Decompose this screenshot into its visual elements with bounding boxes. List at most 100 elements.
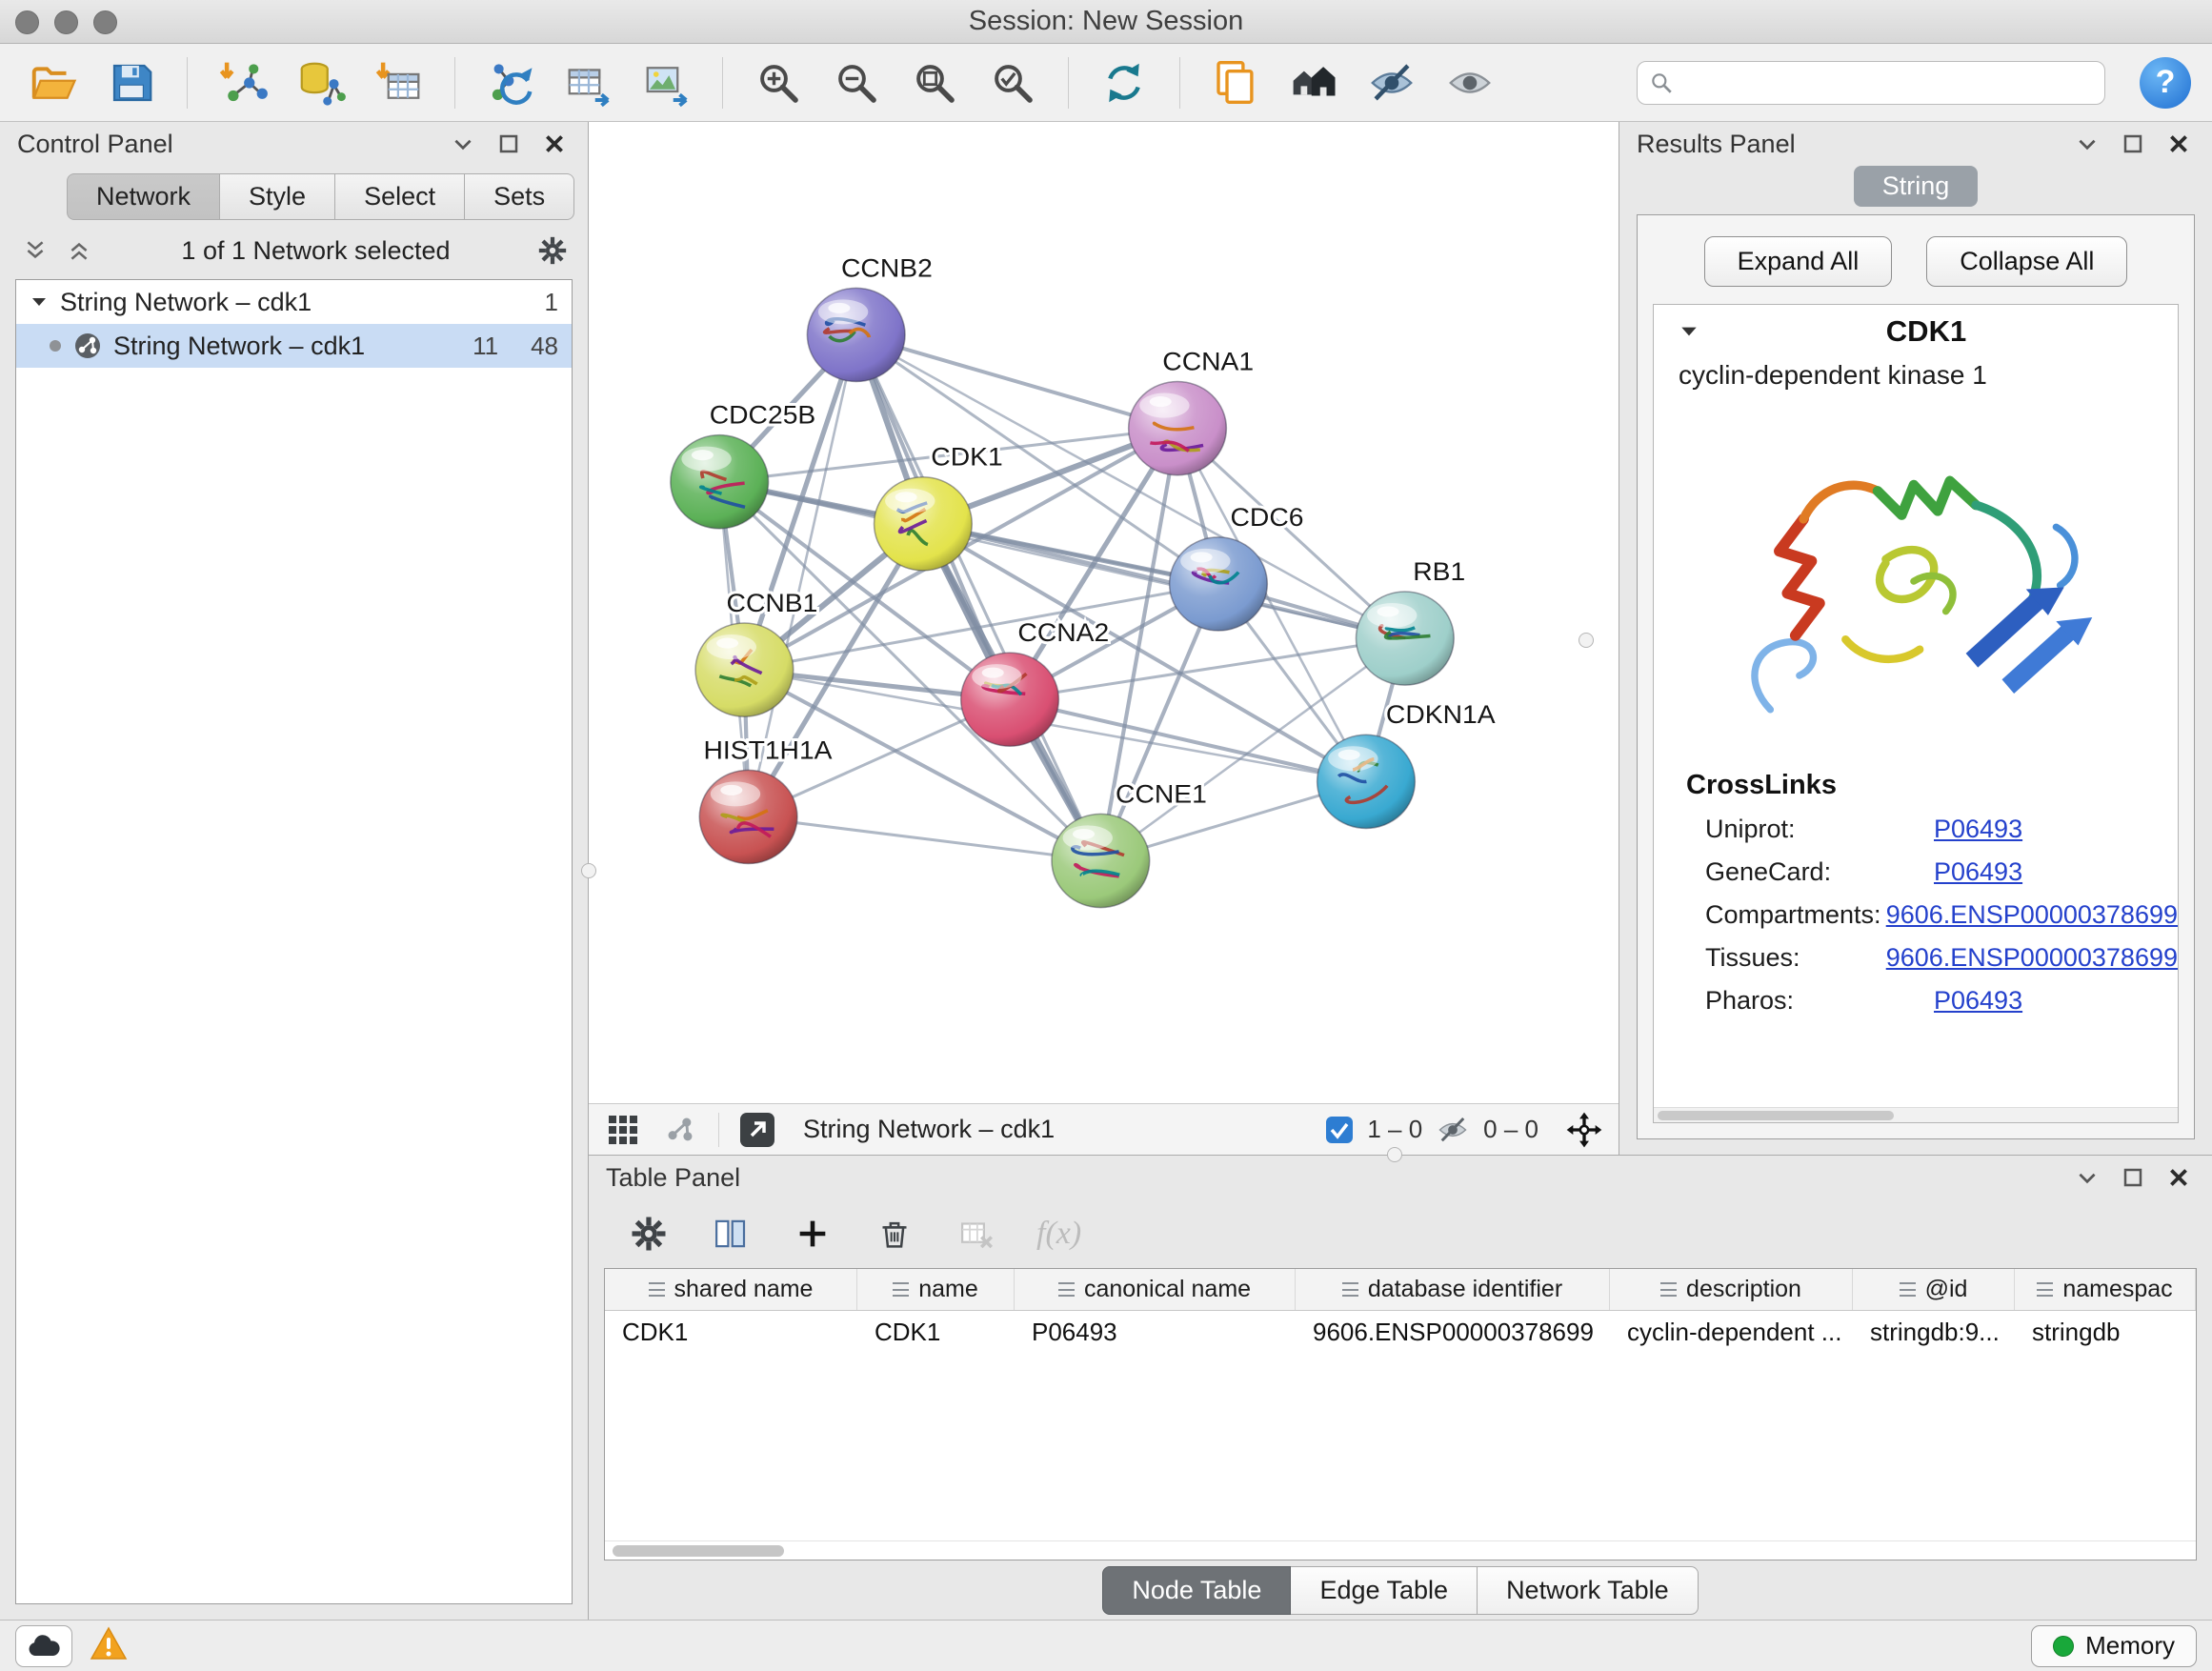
expand-all-button[interactable]: Expand All [1704, 236, 1893, 287]
tab-sets[interactable]: Sets [465, 173, 574, 220]
show-columns-icon[interactable] [709, 1212, 753, 1256]
zoom-window-button[interactable] [93, 10, 117, 34]
network-edge[interactable] [856, 334, 1177, 428]
column-header-database-identifier[interactable]: database identifier [1296, 1269, 1610, 1310]
zoom-in-button[interactable] [746, 51, 811, 114]
minimize-window-button[interactable] [54, 10, 78, 34]
tab-network[interactable]: Network [67, 173, 220, 220]
pan-crosshair-icon[interactable] [1565, 1111, 1603, 1149]
memory-button[interactable]: Memory [2031, 1625, 2197, 1667]
column-header-canonical-name[interactable]: canonical name [1015, 1269, 1296, 1310]
import-network-from-file-button[interactable] [211, 51, 275, 114]
zoom-selected-button[interactable] [980, 51, 1045, 114]
panel-close-button[interactable] [2162, 128, 2195, 160]
table-cell[interactable]: 9606.ENSP00000378699 [1296, 1311, 1610, 1353]
crosslink-value-link[interactable]: P06493 [1934, 857, 2022, 887]
search-input[interactable] [1683, 68, 2093, 97]
collapse-all-icon[interactable] [19, 234, 51, 267]
column-header-shared-name[interactable]: shared name [605, 1269, 857, 1310]
hide-selected-button[interactable] [1359, 51, 1424, 114]
network-row[interactable]: String Network – cdk1 11 48 [16, 324, 572, 368]
add-column-icon[interactable] [791, 1212, 835, 1256]
export-network-button[interactable] [478, 51, 543, 114]
control-panel-splitter-grip[interactable] [581, 863, 596, 878]
network-node-ccnb1[interactable] [695, 623, 794, 716]
home-button[interactable] [1281, 51, 1346, 114]
table-cell[interactable]: stringdb:9... [1853, 1311, 2015, 1353]
show-all-button[interactable] [1438, 51, 1502, 114]
column-header-namespac[interactable]: namespac [2015, 1269, 2196, 1310]
panel-maximize-button[interactable] [2117, 1161, 2149, 1194]
table-panel-splitter-grip[interactable] [1387, 1147, 1402, 1162]
network-edge[interactable] [856, 334, 1101, 860]
cloud-status-button[interactable] [15, 1625, 72, 1667]
panel-float-button[interactable] [2071, 128, 2103, 160]
open-session-button[interactable] [21, 51, 86, 114]
network-edge[interactable] [923, 524, 1405, 638]
column-header--id[interactable]: @id [1853, 1269, 2015, 1310]
open-in-new-window-button[interactable] [738, 1111, 776, 1149]
tab-edge-table[interactable]: Edge Table [1291, 1566, 1478, 1615]
results-tab-string[interactable]: String [1854, 166, 1979, 207]
save-session-button[interactable] [99, 51, 164, 114]
network-canvas[interactable]: CCNB2CCNA1CDC25BCDK1CDC6RB1CCNB1CCNA2CDK… [589, 122, 1619, 1103]
crosslink-value-link[interactable]: 9606.ENSP00000378699 [1886, 900, 2178, 930]
table-settings-gear-icon[interactable] [627, 1212, 671, 1256]
export-image-button[interactable] [634, 51, 699, 114]
zoom-fit-button[interactable] [902, 51, 967, 114]
network-node-ccna1[interactable] [1129, 382, 1227, 475]
tab-select[interactable]: Select [335, 173, 465, 220]
section-collapse-icon[interactable] [1679, 321, 1699, 342]
crosslink-value-link[interactable]: P06493 [1934, 815, 2022, 844]
column-header-name[interactable]: name [857, 1269, 1015, 1310]
table-cell[interactable]: CDK1 [605, 1311, 857, 1353]
expand-all-icon[interactable] [63, 234, 95, 267]
close-window-button[interactable] [15, 10, 39, 34]
table-cell[interactable]: cyclin-dependent ... [1610, 1311, 1853, 1353]
refresh-button[interactable] [1092, 51, 1156, 114]
panel-close-button[interactable] [538, 128, 571, 160]
network-node-hist1h1a[interactable] [699, 770, 797, 863]
results-panel-splitter-grip[interactable] [1579, 633, 1594, 648]
network-edge[interactable] [749, 816, 1101, 860]
network-node-ccna2[interactable] [961, 653, 1059, 746]
crosslink-value-link[interactable]: 9606.ENSP00000378699 [1886, 943, 2178, 973]
search-box[interactable] [1637, 61, 2105, 105]
panel-close-button[interactable] [2162, 1161, 2195, 1194]
warning-button[interactable] [90, 1626, 128, 1665]
panel-maximize-button[interactable] [493, 128, 525, 160]
network-node-ccne1[interactable] [1052, 814, 1150, 907]
export-table-button[interactable] [556, 51, 621, 114]
grid-view-icon[interactable] [604, 1111, 642, 1149]
collapse-all-button[interactable]: Collapse All [1926, 236, 2127, 287]
panel-maximize-button[interactable] [2117, 128, 2149, 160]
copy-document-button[interactable] [1203, 51, 1268, 114]
network-node-ccnb2[interactable] [807, 288, 905, 381]
table-row[interactable]: CDK1CDK1P064939606.ENSP00000378699cyclin… [605, 1311, 2196, 1353]
gene-header[interactable]: CDK1 [1654, 305, 2178, 358]
network-share-icon[interactable] [661, 1111, 699, 1149]
network-graph[interactable]: CCNB2CCNA1CDC25BCDK1CDC6RB1CCNB1CCNA2CDK… [589, 122, 1619, 1103]
import-table-from-file-button[interactable] [367, 51, 432, 114]
tab-network-table[interactable]: Network Table [1478, 1566, 1699, 1615]
network-node-cdkn1a[interactable] [1317, 735, 1416, 828]
network-node-cdk1[interactable] [875, 477, 973, 571]
network-collection-row[interactable]: String Network – cdk1 1 [16, 280, 572, 324]
zoom-out-button[interactable] [824, 51, 889, 114]
gear-icon[interactable] [536, 234, 569, 267]
table-cell[interactable]: P06493 [1015, 1311, 1296, 1353]
selected-nodes-checkbox[interactable] [1325, 1116, 1354, 1144]
table-horizontal-scrollbar[interactable] [605, 1540, 2196, 1560]
table-cell[interactable]: CDK1 [857, 1311, 1015, 1353]
crosslink-value-link[interactable]: P06493 [1934, 986, 2022, 1016]
tab-node-table[interactable]: Node Table [1102, 1566, 1291, 1615]
import-network-from-database-button[interactable] [289, 51, 353, 114]
results-horizontal-scrollbar[interactable] [1654, 1107, 2178, 1122]
delete-column-trash-icon[interactable] [873, 1212, 916, 1256]
hidden-elements-icon[interactable] [1436, 1113, 1470, 1147]
network-node-cdc6[interactable] [1170, 537, 1268, 631]
network-node-rb1[interactable] [1357, 592, 1455, 685]
network-node-cdc25b[interactable] [671, 435, 769, 529]
panel-float-button[interactable] [447, 128, 479, 160]
tab-style[interactable]: Style [220, 173, 335, 220]
